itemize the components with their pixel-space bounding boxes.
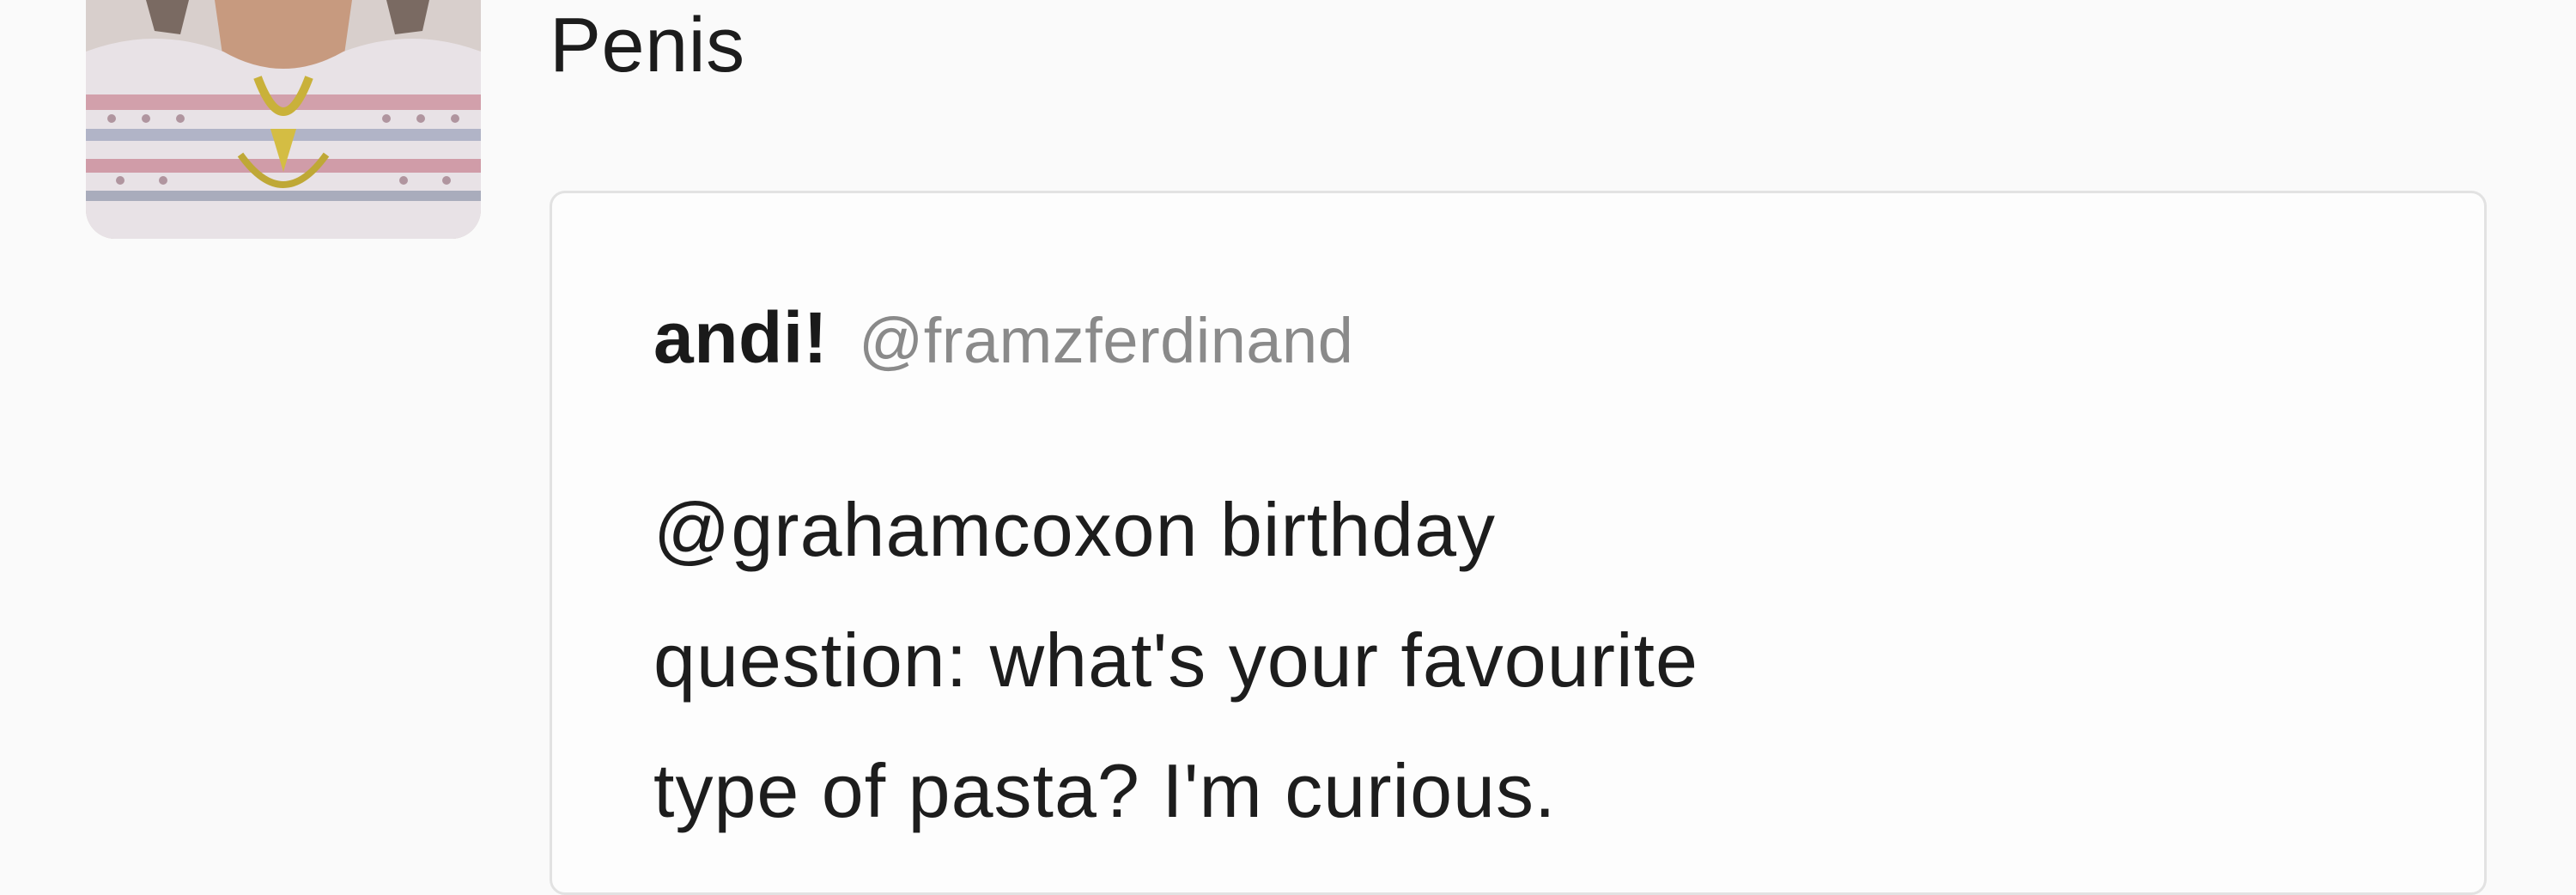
quoted-tweet-display-name[interactable]: andi! bbox=[653, 297, 828, 378]
quoted-tweet-line: @grahamcoxon birthday bbox=[653, 487, 1497, 572]
user-avatar[interactable] bbox=[86, 0, 481, 239]
avatar-photo-icon bbox=[86, 0, 481, 239]
quoted-tweet-handle[interactable]: @framzferdinand bbox=[859, 305, 1353, 376]
quoted-tweet-card[interactable]: andi! @framzferdinand @grahamcoxon birthd… bbox=[550, 191, 2487, 895]
tweet-text: Penis bbox=[550, 3, 745, 88]
quoted-tweet-body: @grahamcoxon birthday question: what's y… bbox=[653, 465, 2371, 856]
quoted-tweet-header: andi! @framzferdinand bbox=[653, 296, 1353, 380]
quoted-tweet-line: question: what's your favourite bbox=[653, 618, 1698, 703]
quoted-tweet-line: type of pasta? I'm curious. bbox=[653, 748, 1557, 833]
